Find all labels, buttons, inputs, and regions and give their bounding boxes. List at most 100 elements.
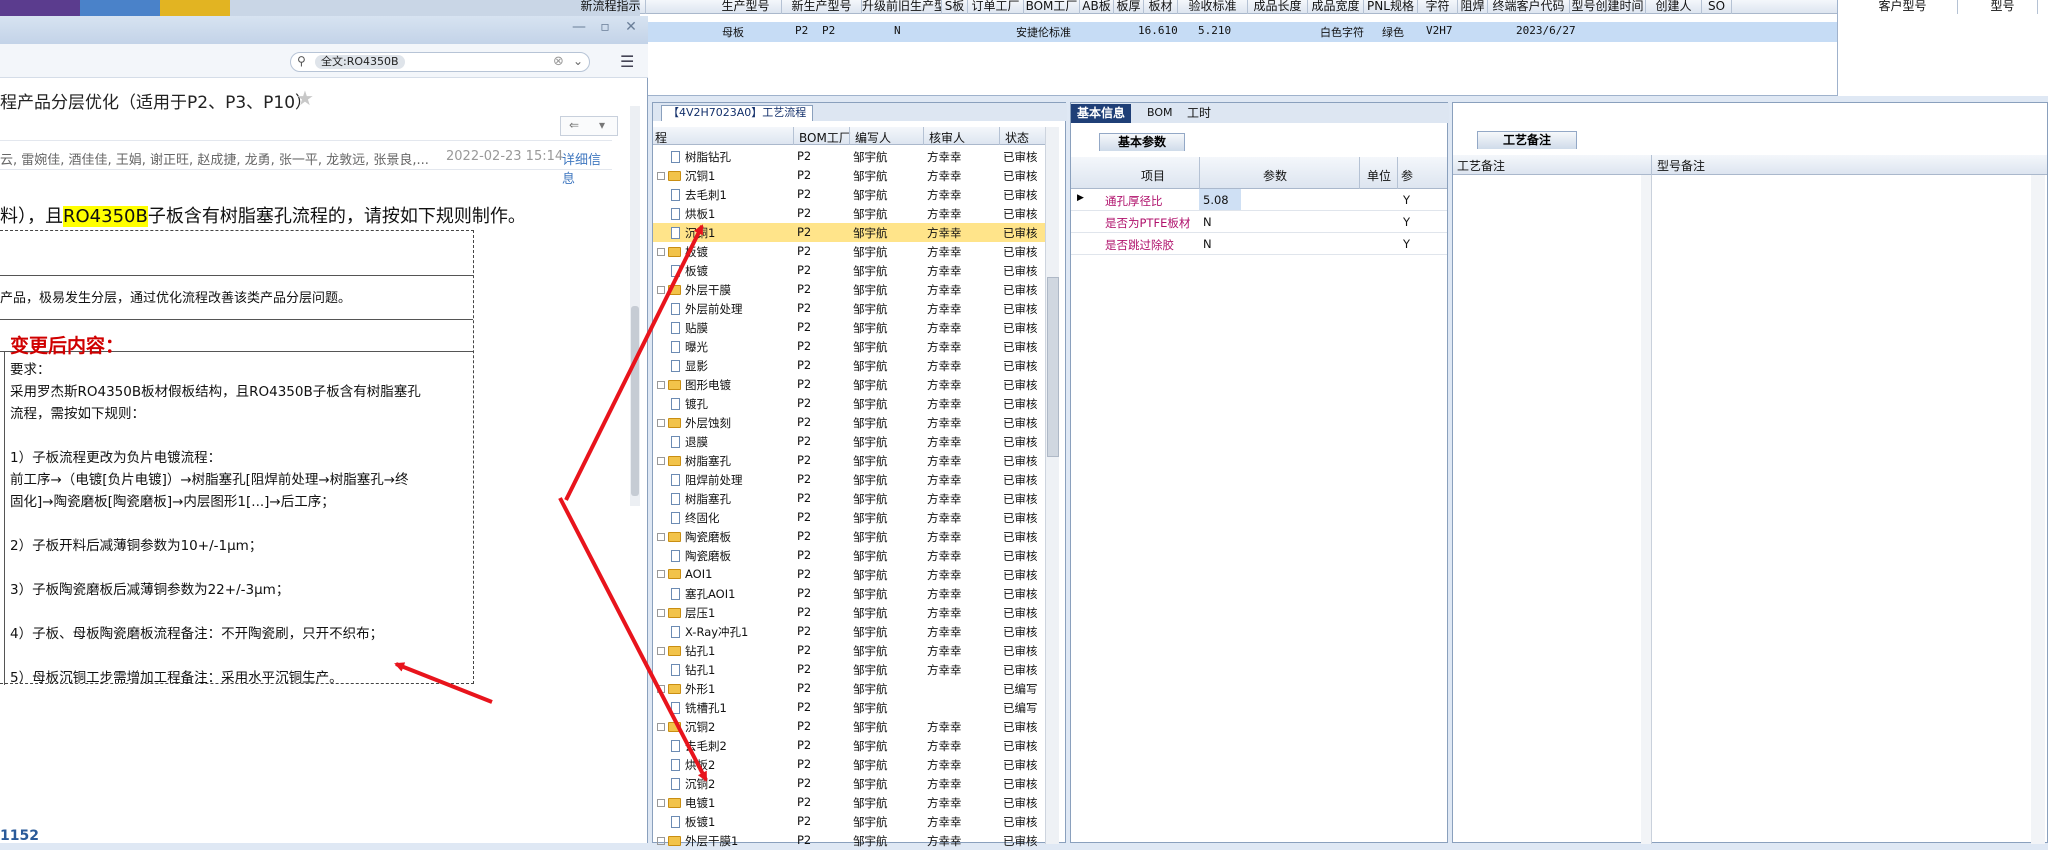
model-grid-header-cell[interactable]: 阻焊 xyxy=(1458,0,1488,14)
tree-row[interactable]: 层压1 P2 邹宇航 方幸幸 已审核 xyxy=(653,603,1053,622)
maximize-icon[interactable]: ▫ xyxy=(598,20,612,34)
model-grid-header-cell[interactable]: 验收标准 xyxy=(1178,0,1248,14)
tree-row[interactable]: 外层干膜1 P2 邹宇航 方幸幸 已审核 xyxy=(653,831,1053,850)
chevron-down-icon[interactable]: ▾ xyxy=(599,118,605,132)
expand-icon[interactable] xyxy=(657,172,665,180)
model-grid-header-cell[interactable]: BOM工厂 xyxy=(1024,0,1080,14)
model-grid-header-cell[interactable]: AB板 xyxy=(1080,0,1114,14)
tree-scrollbar[interactable] xyxy=(1045,127,1059,844)
reply-icon[interactable]: ⇐ xyxy=(569,118,579,132)
tree-row[interactable]: 钻孔1 P2 邹宇航 方幸幸 已审核 xyxy=(653,641,1053,660)
expand-icon[interactable] xyxy=(657,837,665,845)
tree-row[interactable]: AOI1 P2 邹宇航 方幸幸 已审核 xyxy=(653,565,1053,584)
expand-icon[interactable] xyxy=(657,570,665,578)
expand-icon[interactable] xyxy=(657,248,665,256)
tab-process-flow[interactable]: 【4V2H7023A0】工艺流程 xyxy=(661,105,814,121)
tree-row[interactable]: 退膜 P2 邹宇航 方幸幸 已审核 xyxy=(653,432,1053,451)
remark-scrollbar[interactable] xyxy=(1641,175,1651,844)
expand-icon[interactable] xyxy=(657,609,665,617)
param-row[interactable]: 通孔厚径比 5.08 Y ▶ xyxy=(1071,189,1447,211)
remark-scrollbar[interactable] xyxy=(2031,175,2045,844)
tab-hours[interactable]: 工时 xyxy=(1181,104,1217,123)
tree-row[interactable]: 外层干膜 P2 邹宇航 方幸幸 已审核 xyxy=(653,280,1053,299)
model-grid-header-cell[interactable]: 创建人 xyxy=(1646,0,1702,14)
expand-icon[interactable] xyxy=(657,533,665,541)
model-grid-header-cell[interactable]: 板厚 xyxy=(1114,0,1144,14)
expand-icon[interactable] xyxy=(657,647,665,655)
tree-row[interactable]: 沉铜2 P2 邹宇航 方幸幸 已审核 xyxy=(653,774,1053,793)
tree-row[interactable]: 树脂钻孔 P2 邹宇航 方幸幸 已审核 xyxy=(653,147,1053,166)
tree-row[interactable]: 外形1 P2 邹宇航 已编写 xyxy=(653,679,1053,698)
expand-icon[interactable] xyxy=(657,419,665,427)
tree-row[interactable]: 树脂塞孔 P2 邹宇航 方幸幸 已审核 xyxy=(653,489,1053,508)
tree-row[interactable]: 图形电镀 P2 邹宇航 方幸幸 已审核 xyxy=(653,375,1053,394)
tree-row[interactable]: 沉铜2 P2 邹宇航 方幸幸 已审核 xyxy=(653,717,1053,736)
tree-row[interactable]: 去毛刺1 P2 邹宇航 方幸幸 已审核 xyxy=(653,185,1053,204)
tree-row[interactable]: 外层蚀刻 P2 邹宇航 方幸幸 已审核 xyxy=(653,413,1053,432)
tree-row[interactable]: X-Ray冲孔1 P2 邹宇航 方幸幸 已审核 xyxy=(653,622,1053,641)
model-grid-header-cell[interactable]: 字符 xyxy=(1418,0,1458,14)
model-grid-header-cell[interactable]: S板 xyxy=(942,0,968,14)
tree-row[interactable]: 贴膜 P2 邹宇航 方幸幸 已审核 xyxy=(653,318,1053,337)
tree-row[interactable]: 外层前处理 P2 邹宇航 方幸幸 已审核 xyxy=(653,299,1053,318)
tree-row[interactable]: 终固化 P2 邹宇航 方幸幸 已审核 xyxy=(653,508,1053,527)
expand-icon[interactable] xyxy=(657,381,665,389)
model-grid-header-cell[interactable]: 新流程指示 xyxy=(576,0,646,14)
tree-row[interactable]: 显影 P2 邹宇航 方幸幸 已审核 xyxy=(653,356,1053,375)
model-grid-header-cell[interactable]: 型号创建时间 xyxy=(1570,0,1646,14)
param-row[interactable]: 是否跳过除胶 N Y xyxy=(1071,233,1447,255)
star-icon[interactable]: ★ xyxy=(296,86,314,110)
tree-row[interactable]: 板镀 P2 邹宇航 方幸幸 已审核 xyxy=(653,242,1053,261)
expand-icon[interactable] xyxy=(657,457,665,465)
tree-row[interactable]: 板镀 P2 邹宇航 方幸幸 已审核 xyxy=(653,261,1053,280)
param-row[interactable]: 是否为PTFE板材 N Y xyxy=(1071,211,1447,233)
clear-search-icon[interactable]: ⊗ xyxy=(553,54,564,69)
detail-link[interactable]: 详细信息 xyxy=(562,149,612,187)
email-scrollbar-thumb[interactable] xyxy=(631,306,639,496)
tree-row[interactable]: 阻焊前处理 P2 邹宇航 方幸幸 已审核 xyxy=(653,470,1053,489)
tree-row[interactable]: 钻孔1 P2 邹宇航 方幸幸 已审核 xyxy=(653,660,1053,679)
model-grid-header-cell[interactable]: 终端客户代码 xyxy=(1488,0,1570,14)
expand-icon[interactable] xyxy=(657,685,665,693)
tree-row[interactable]: 电镀1 P2 邹宇航 方幸幸 已审核 xyxy=(653,793,1053,812)
close-icon[interactable]: ✕ xyxy=(624,20,638,34)
minimize-icon[interactable]: — xyxy=(572,20,586,34)
tree-row[interactable]: 烘板1 P2 邹宇航 方幸幸 已审核 xyxy=(653,204,1053,223)
email-scrollbar[interactable] xyxy=(630,106,640,506)
tree-row[interactable]: 铣槽孔1 P2 邹宇航 已编写 xyxy=(653,698,1053,717)
expand-icon[interactable] xyxy=(657,286,665,294)
model-grid-header-cell[interactable]: 生产型号 xyxy=(710,0,782,14)
tree-row[interactable]: 树脂塞孔 P2 邹宇航 方幸幸 已审核 xyxy=(653,451,1053,470)
tab-basic-params[interactable]: 基本参数 xyxy=(1099,133,1185,151)
tree-scrollbar-thumb[interactable] xyxy=(1047,277,1059,457)
tree-row[interactable]: 沉铜1 P2 邹宇航 方幸幸 已审核 xyxy=(653,166,1053,185)
model-grid-header-cell[interactable]: PNL规格 xyxy=(1364,0,1418,14)
model-grid-header-cell[interactable]: 成品宽度 xyxy=(1308,0,1364,14)
tree-row[interactable]: 陶瓷磨板 P2 邹宇航 方幸幸 已审核 xyxy=(653,546,1053,565)
tree-row[interactable]: 塞孔AOI1 P2 邹宇航 方幸幸 已审核 xyxy=(653,584,1053,603)
model-grid-header-cell[interactable]: 订单工厂 xyxy=(968,0,1024,14)
tree-row[interactable]: 沉铜1 P2 邹宇航 方幸幸 已审核 xyxy=(653,223,1053,242)
tab-bom[interactable]: BOM xyxy=(1141,104,1179,123)
tree-row[interactable]: 烘板2 P2 邹宇航 方幸幸 已审核 xyxy=(653,755,1053,774)
tree-row[interactable]: 陶瓷磨板 P2 邹宇航 方幸幸 已审核 xyxy=(653,527,1053,546)
expand-icon[interactable] xyxy=(657,799,665,807)
model-grid-header-cell[interactable]: 升级前旧生产型号 xyxy=(862,0,942,14)
list-icon[interactable]: ☰ xyxy=(620,52,634,71)
model-grid-header-cell[interactable]: SO xyxy=(1702,0,1732,14)
model-grid-header-cell[interactable]: 型号 xyxy=(1968,0,2038,14)
tab-basic-info[interactable]: 基本信息 xyxy=(1071,104,1132,123)
tree-row[interactable]: 去毛刺2 P2 邹宇航 方幸幸 已审核 xyxy=(653,736,1053,755)
model-grid-header-cell[interactable]: 成品长度 xyxy=(1248,0,1308,14)
tree-row[interactable]: 镀孔 P2 邹宇航 方幸幸 已审核 xyxy=(653,394,1053,413)
tree-row[interactable]: 曝光 P2 邹宇航 方幸幸 已审核 xyxy=(653,337,1053,356)
model-grid-row[interactable]: 母板 P2 P2 N 安捷伦标准 16.610 5.210 白色字符 绿色 V2… xyxy=(640,22,1837,42)
search-input[interactable]: ⚲ 全文:RO4350B ⊗ ⌄ xyxy=(290,52,590,72)
expand-icon[interactable] xyxy=(657,723,665,731)
model-grid-header-cell[interactable]: 新生产型号 xyxy=(782,0,862,14)
model-grid-header-cell[interactable]: 客户型号 xyxy=(1848,0,1958,14)
chevron-down-icon[interactable]: ⌄ xyxy=(573,54,583,68)
tree-row[interactable]: 板镀1 P2 邹宇航 方幸幸 已审核 xyxy=(653,812,1053,831)
model-grid-header-cell[interactable]: 板材 xyxy=(1144,0,1178,14)
reply-nav-buttons[interactable]: ⇐ ▾ xyxy=(560,116,618,136)
